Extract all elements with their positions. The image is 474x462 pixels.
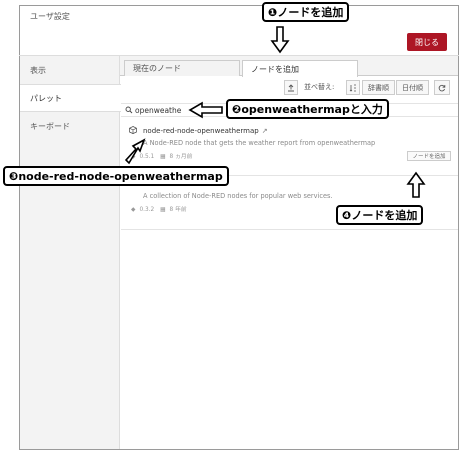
callout-node-name: ❸ node-red-node-openweathermap	[3, 166, 229, 186]
upload-button[interactable]	[284, 80, 298, 95]
sidebar-item-view[interactable]: 表示	[20, 56, 120, 84]
callout-text: node-red-node-openweathermap	[18, 169, 223, 183]
node-description: A collection of Node-RED nodes for popul…	[143, 192, 333, 200]
tab-current-nodes[interactable]: 現在のノード	[124, 60, 240, 76]
install-node-button[interactable]: ノードを追加	[407, 151, 451, 161]
calendar-icon: ▦	[160, 154, 166, 160]
callout-number: ❹	[342, 208, 352, 222]
palette-tabs: 現在のノード ノードを追加	[120, 56, 458, 77]
close-button[interactable]: 閉じる	[407, 33, 447, 51]
search-icon	[125, 106, 133, 114]
node-updated: 8 年前	[169, 207, 187, 213]
arrow-up-icon	[406, 171, 426, 198]
sidebar-item-label: 表示	[30, 65, 46, 75]
node-updated: 8 ヵ月前	[169, 154, 193, 160]
package-icon	[129, 126, 137, 136]
tab-install[interactable]: ノードを追加	[242, 60, 358, 77]
calendar-icon: ▦	[160, 207, 166, 213]
dialog-title: ユーザ設定	[30, 12, 70, 21]
tag-icon: ◆	[131, 207, 136, 213]
sort-icon	[349, 84, 356, 92]
callout-type-search: ❷ openweathermapと入力	[226, 99, 389, 119]
sidebar-item-palette[interactable]: パレット	[20, 84, 121, 112]
callout-number: ❷	[232, 102, 242, 116]
tab-label: 現在のノード	[133, 64, 181, 73]
sort-date-button[interactable]: 日付順	[396, 80, 429, 95]
tab-label: ノードを追加	[251, 64, 299, 74]
callout-text: ノードを追加	[277, 6, 344, 19]
node-meta: ◆ 0.3.2 ▦ 8 年前	[131, 204, 191, 213]
sidebar-item-label: パレット	[30, 93, 62, 103]
install-toolbar: 並べ替え: 辞書順 日付順	[120, 78, 458, 98]
external-link-icon[interactable]: ↗	[262, 127, 268, 135]
node-name-link[interactable]: node-red-node-openweathermap ↗	[143, 127, 268, 135]
sort-dictionary-button[interactable]: 辞書順	[362, 80, 395, 95]
sidebar-item-keyboard[interactable]: キーボード	[20, 112, 120, 140]
node-name: node-red-node-openweathermap	[143, 127, 259, 135]
refresh-icon	[438, 84, 446, 91]
callout-number: ❶	[268, 5, 278, 19]
callout-add-tab: ❶ ノードを追加	[262, 2, 350, 22]
refresh-button[interactable]	[434, 80, 450, 95]
callout-text: openweathermapと入力	[241, 103, 383, 116]
node-version: 0.3.2	[139, 207, 155, 213]
sidebar-item-label: キーボード	[30, 121, 70, 131]
arrow-up-right-icon	[124, 138, 146, 165]
node-description: A Node-RED node that gets the weather re…	[143, 139, 376, 147]
sort-toggle-button[interactable]	[346, 80, 360, 95]
arrow-left-icon	[188, 101, 223, 119]
callout-number: ❸	[9, 169, 19, 183]
callout-install-button: ❹ ノードを追加	[336, 205, 424, 225]
sort-label: 並べ替え:	[304, 83, 335, 91]
callout-text: ノードを追加	[351, 209, 418, 222]
settings-sidebar: 表示 パレット キーボード	[20, 56, 121, 449]
upload-icon	[288, 83, 294, 91]
arrow-down-icon	[270, 26, 290, 54]
